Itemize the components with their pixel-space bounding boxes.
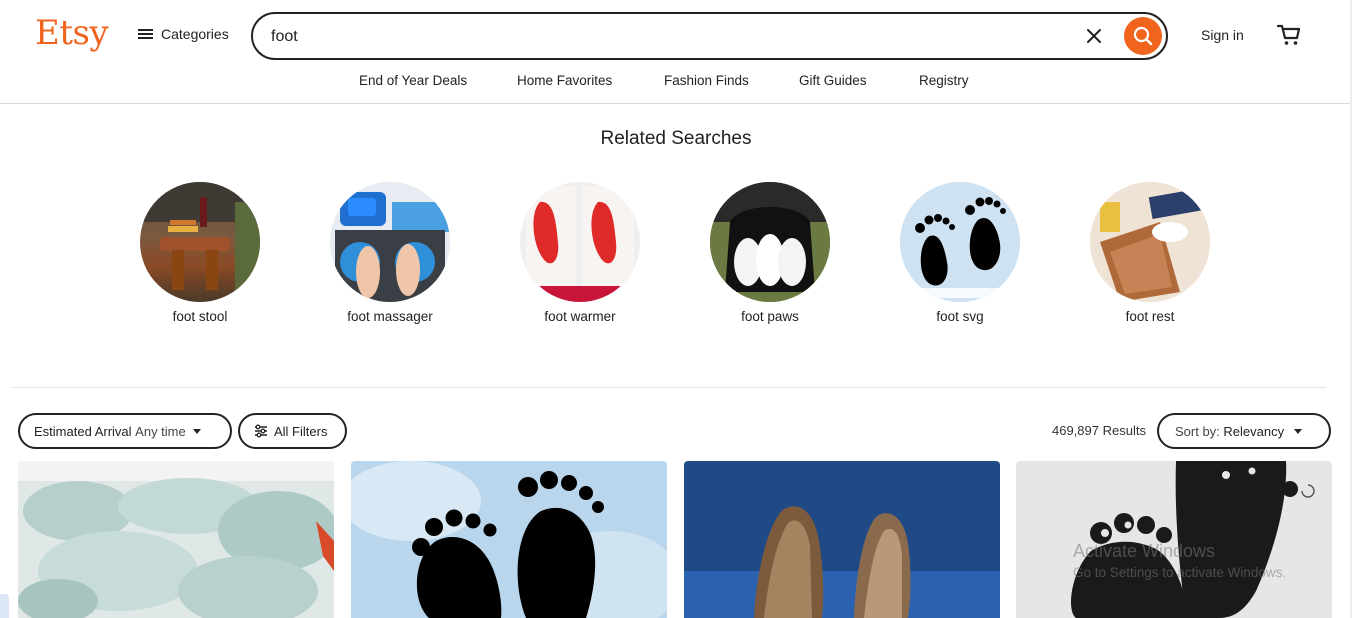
- related-item-label: foot stool: [172, 309, 228, 324]
- site-header: Etsy Categories Sign in End of Year Deal…: [0, 0, 1352, 104]
- clear-search-button[interactable]: [1084, 26, 1104, 46]
- caret-down-icon: [192, 428, 201, 434]
- results-count: 469,897 Results: [1052, 423, 1146, 438]
- product-image: [1016, 461, 1332, 618]
- filter-sliders-icon: [255, 424, 267, 438]
- all-filters-label: All Filters: [274, 423, 328, 439]
- foot-massager-image: [330, 182, 450, 302]
- product-card[interactable]: [1016, 461, 1332, 618]
- arrival-value: Any time: [135, 423, 186, 439]
- related-item-label: foot massager: [347, 309, 433, 324]
- related-item-label: foot svg: [936, 309, 984, 324]
- product-image: [351, 461, 667, 618]
- section-divider: [12, 387, 1326, 388]
- related-item-label: foot paws: [741, 309, 799, 324]
- close-icon: [1087, 29, 1101, 43]
- all-filters-button[interactable]: All Filters: [238, 413, 347, 449]
- hamburger-icon: [138, 28, 153, 40]
- search-icon: [1133, 26, 1153, 46]
- product-card[interactable]: [351, 461, 667, 618]
- related-item-label: foot rest: [1125, 309, 1175, 324]
- related-item-label: foot warmer: [544, 309, 616, 324]
- related-item-foot-stool[interactable]: foot stool: [125, 182, 275, 324]
- categories-button[interactable]: Categories: [138, 26, 229, 42]
- nav-home-favorites[interactable]: Home Favorites: [517, 73, 612, 88]
- caret-down-icon: [1294, 428, 1303, 434]
- nav-fashion-finds[interactable]: Fashion Finds: [664, 73, 749, 88]
- windows-activation-title: Activate Windows: [1073, 541, 1216, 561]
- related-searches-title: Related Searches: [600, 128, 752, 149]
- product-card[interactable]: [684, 461, 1000, 618]
- sort-label: Sort by:: [1175, 423, 1220, 439]
- search-input[interactable]: [271, 26, 1051, 48]
- nav-end-of-year-deals[interactable]: End of Year Deals: [359, 73, 467, 88]
- arrival-label: Estimated Arrival: [34, 423, 132, 439]
- related-item-foot-massager[interactable]: foot massager: [315, 182, 465, 324]
- related-item-foot-rest[interactable]: foot rest: [1075, 182, 1225, 324]
- estimated-arrival-filter[interactable]: Estimated Arrival Any time: [18, 413, 232, 449]
- foot-stool-image: [140, 182, 260, 302]
- related-item-foot-paws[interactable]: foot paws: [695, 182, 845, 324]
- related-item-foot-warmer[interactable]: foot warmer: [505, 182, 655, 324]
- sort-dropdown[interactable]: Sort by: Relevancy: [1157, 413, 1331, 449]
- product-image: [684, 461, 1000, 618]
- foot-paws-image: [710, 182, 830, 302]
- search-bar: [251, 12, 1168, 60]
- windows-activation-subtitle: Go to Settings to activate Windows.: [1073, 565, 1287, 580]
- sort-value: Relevancy: [1223, 423, 1285, 439]
- nav-registry[interactable]: Registry: [919, 73, 969, 88]
- foot-rest-image: [1090, 182, 1210, 302]
- nav-gift-guides[interactable]: Gift Guides: [799, 73, 867, 88]
- foot-svg-image: [900, 182, 1020, 302]
- categories-label: Categories: [161, 26, 229, 42]
- product-image: [18, 461, 334, 618]
- side-tab[interactable]: [0, 594, 9, 618]
- cart-button[interactable]: [1276, 23, 1302, 47]
- sign-in-link[interactable]: Sign in: [1201, 27, 1244, 43]
- search-submit-button[interactable]: [1124, 17, 1162, 55]
- product-card[interactable]: [18, 461, 334, 618]
- foot-warmer-image: [520, 182, 640, 302]
- etsy-logo[interactable]: Etsy: [35, 13, 109, 53]
- cart-icon: [1276, 24, 1301, 45]
- related-item-foot-svg[interactable]: foot svg: [885, 182, 1035, 324]
